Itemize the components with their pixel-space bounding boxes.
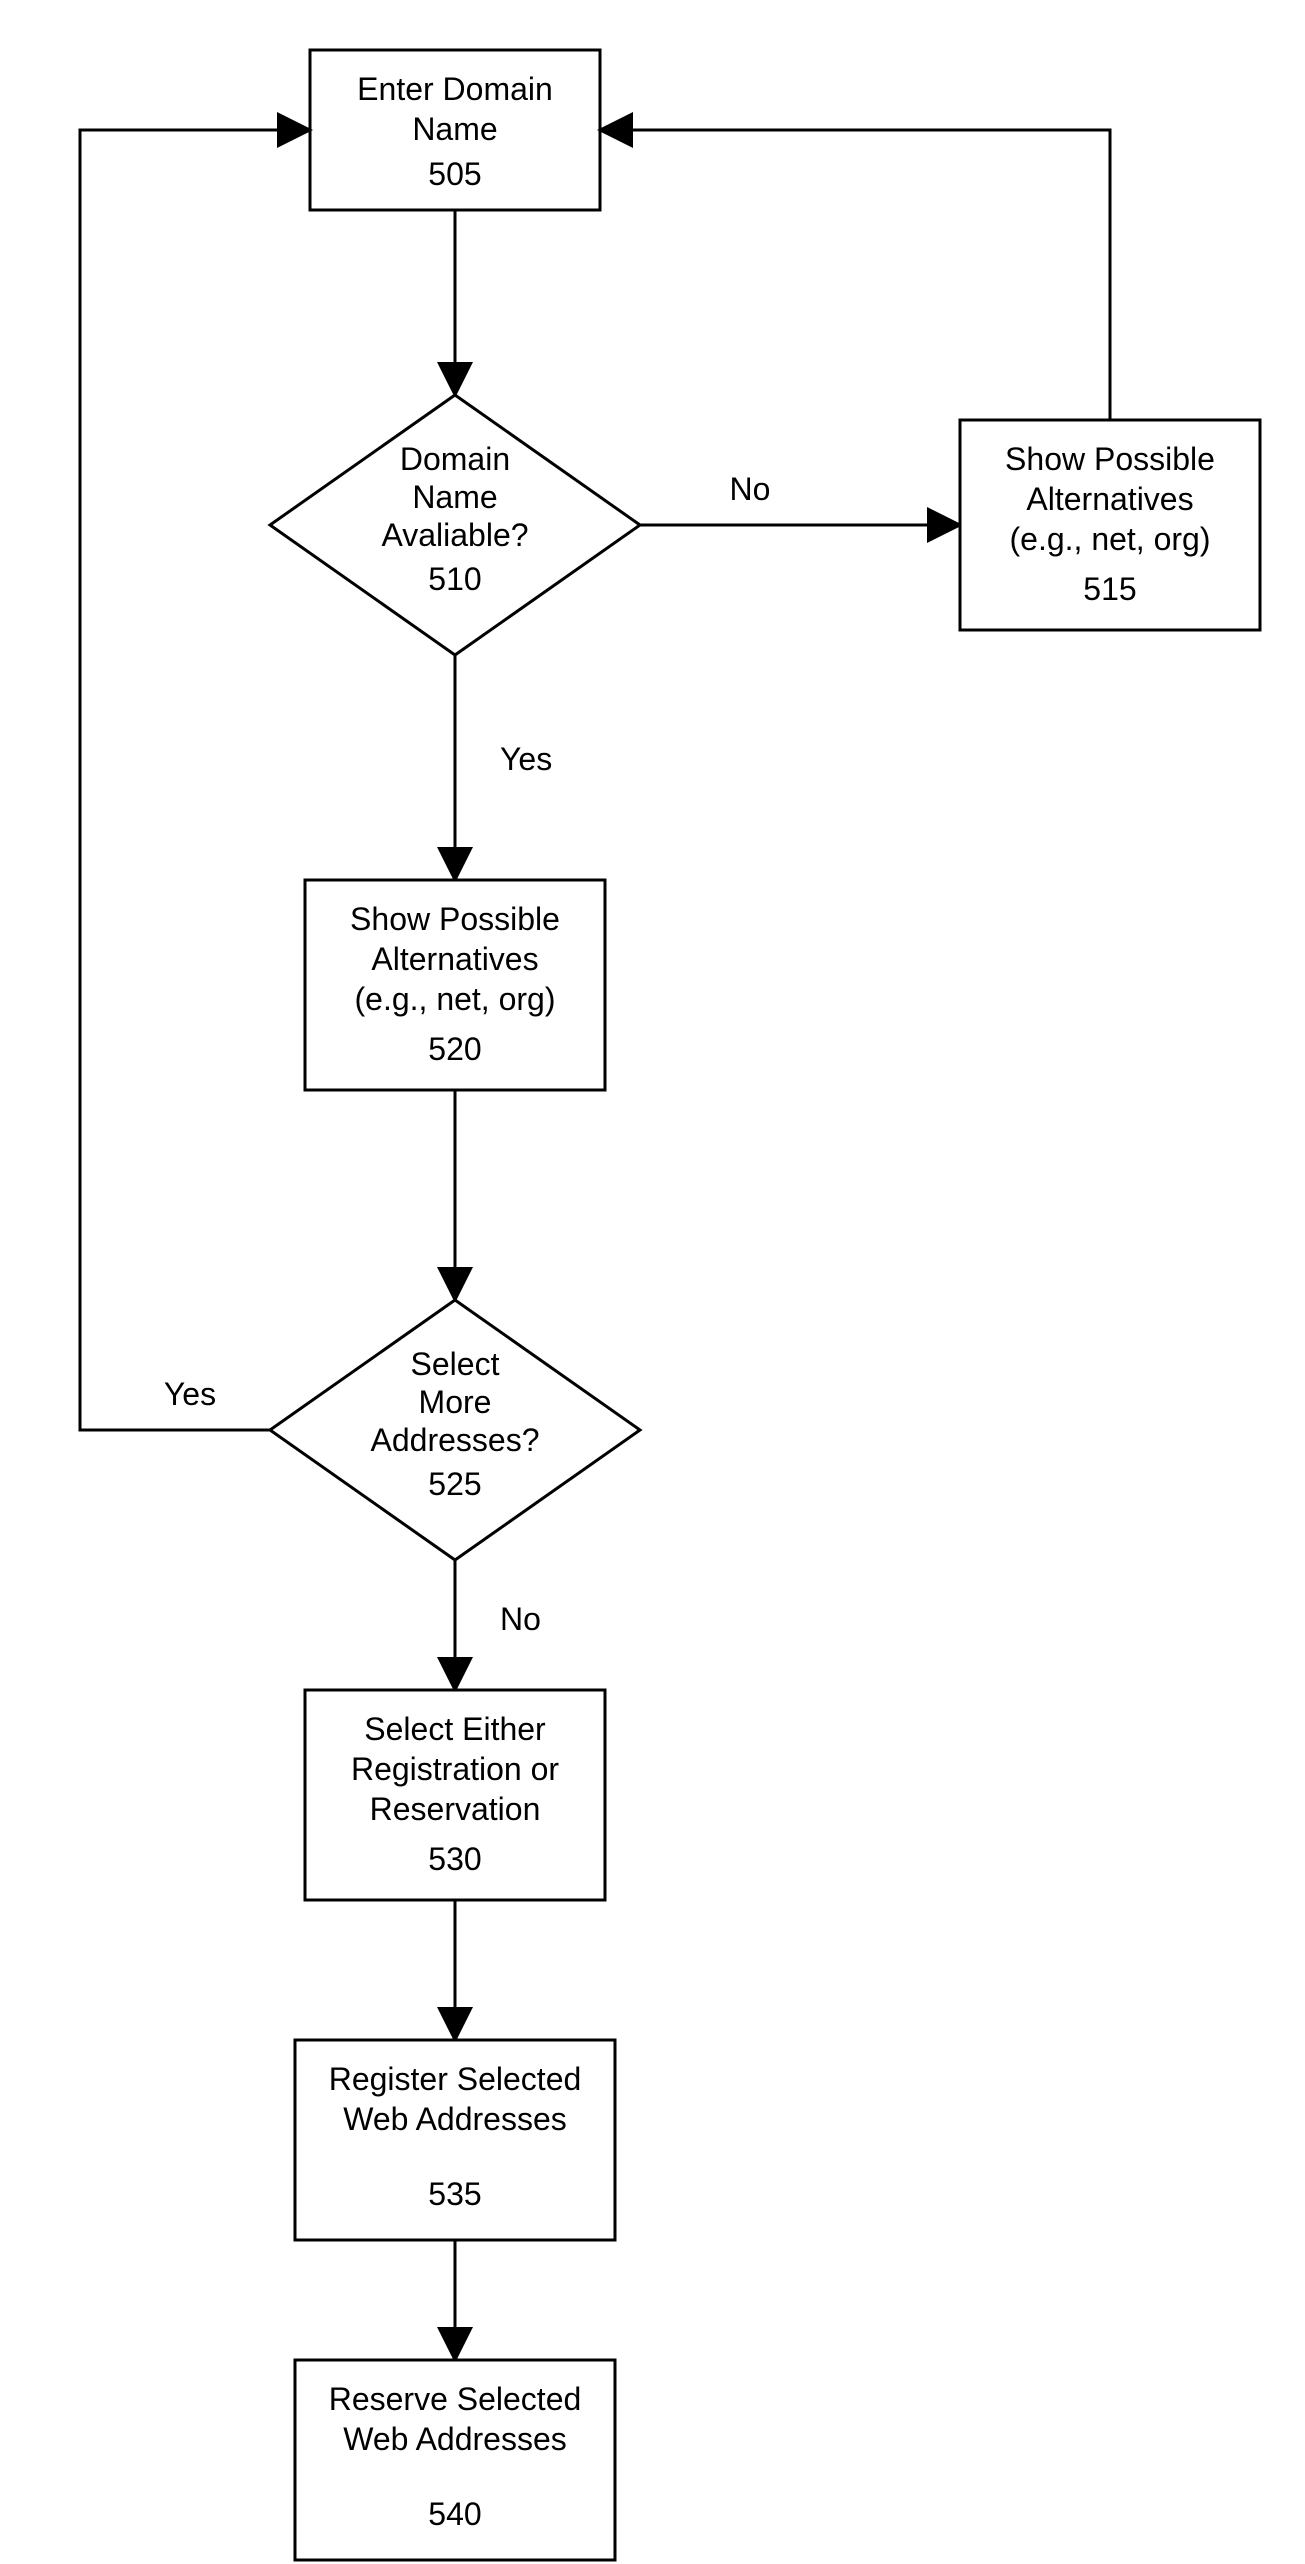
label-yes1: Yes [500,741,552,777]
node-525-num: 525 [428,1466,481,1502]
node-540-l2: Web Addresses [343,2421,567,2457]
node-520-l2: Alternatives [371,941,538,977]
label-no2: No [500,1601,541,1637]
node-510-l2: Name [412,479,497,515]
node-535-l2: Web Addresses [343,2101,567,2137]
node-530-num: 530 [428,1841,481,1877]
node-510-l3: Avaliable? [381,517,528,553]
node-510-num: 510 [428,561,481,597]
node-530-l2: Registration or [351,1751,559,1787]
flowchart: Enter Domain Name 505 Domain Name Avalia… [0,0,1305,2564]
node-520-l1: Show Possible [350,901,560,937]
node-510-l1: Domain [400,441,510,477]
node-530-l3: Reservation [370,1791,541,1827]
node-515-l1: Show Possible [1005,441,1215,477]
node-515-l2: Alternatives [1026,481,1193,517]
node-540-num: 540 [428,2496,481,2532]
node-525-l1: Select [411,1346,500,1382]
node-530-l1: Select Either [364,1711,546,1747]
node-520-num: 520 [428,1031,481,1067]
node-535-l1: Register Selected [329,2061,582,2097]
node-525-l2: More [419,1384,492,1420]
edge-525-505 [80,130,310,1430]
node-505-num: 505 [428,156,481,192]
node-505-l1: Enter Domain [357,71,553,107]
node-515-num: 515 [1083,571,1136,607]
node-505-l2: Name [412,111,497,147]
label-yes2: Yes [164,1376,216,1412]
node-525-l3: Addresses? [371,1422,540,1458]
node-520-l3: (e.g., net, org) [355,981,556,1017]
node-515-l3: (e.g., net, org) [1010,521,1211,557]
node-535-num: 535 [428,2176,481,2212]
label-no1: No [730,471,771,507]
edge-515-505 [600,130,1110,420]
node-540-l1: Reserve Selected [329,2381,582,2417]
